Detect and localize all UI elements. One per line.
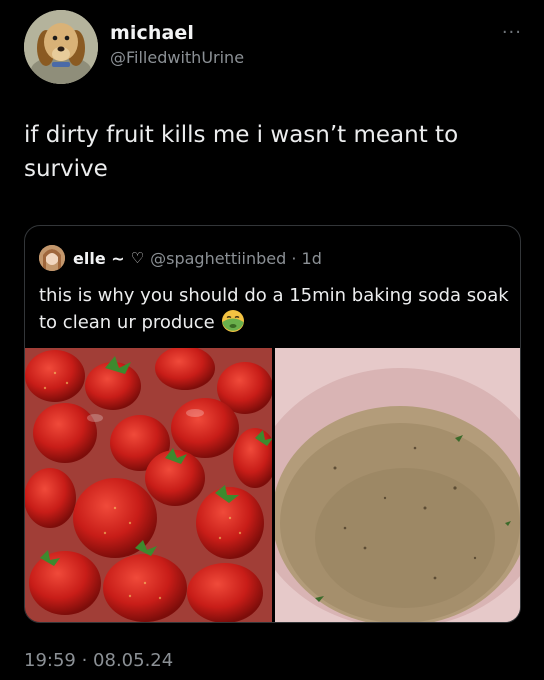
strawberries-in-water-photo: [25, 348, 272, 622]
quoted-tweet-header: elle ~ ♡ @spaghettiinbed · 1d: [39, 245, 322, 271]
heart-icon: ♡: [130, 249, 145, 267]
quoted-tweet-text: this is why you should do a 15min baking…: [39, 283, 509, 336]
author-display-name[interactable]: michael: [110, 22, 244, 44]
quoted-avatar-photo-icon: [39, 245, 65, 271]
quoted-author-handle[interactable]: @spaghettiinbed · 1d: [150, 249, 322, 268]
tweet-text: if dirty fruit kills me i wasn’t meant t…: [24, 122, 459, 182]
strawberries-image[interactable]: [25, 348, 272, 622]
author-avatar[interactable]: [24, 10, 98, 84]
quoted-author-avatar[interactable]: [39, 245, 65, 271]
quoted-author-name[interactable]: elle ~: [73, 249, 125, 268]
tweet-header: michael @FilledwithUrine ···: [24, 8, 524, 84]
author-handle[interactable]: @FilledwithUrine: [110, 48, 244, 67]
dog-plush-avatar-icon: [24, 10, 98, 84]
soak-water-image[interactable]: [275, 348, 520, 622]
dirty-soak-water-bowl-photo: [275, 348, 520, 622]
tweet-timestamp[interactable]: 19:59 · 08.05.24: [24, 650, 173, 671]
quoted-tweet[interactable]: elle ~ ♡ @spaghettiinbed · 1d this is wh…: [24, 225, 521, 623]
quoted-text-content: this is why you should do a 15min baking…: [39, 285, 509, 333]
more-options-button[interactable]: ···: [502, 22, 522, 43]
nauseated-face-icon: [221, 310, 244, 332]
